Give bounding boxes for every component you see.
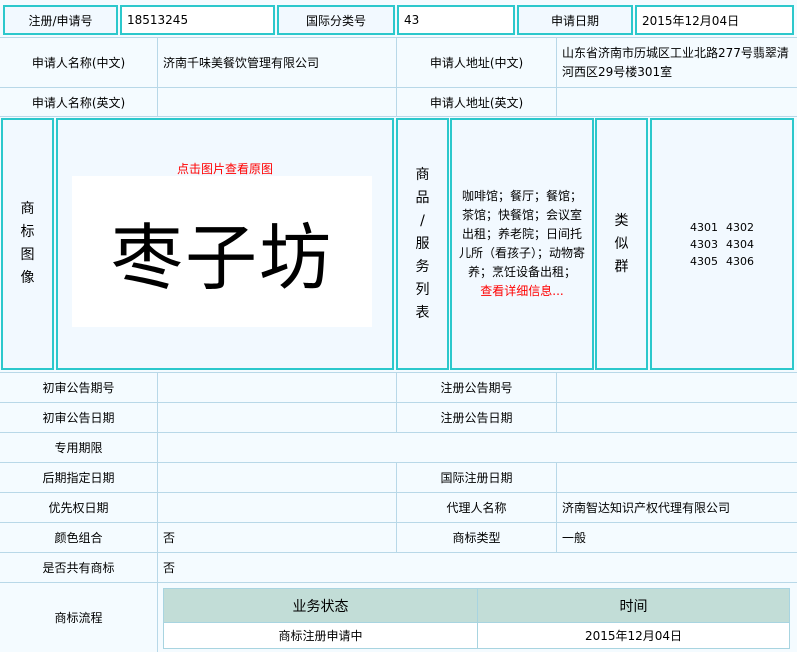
group-code: 4304 bbox=[726, 237, 754, 251]
row-label: 后期指定日期 bbox=[42, 471, 115, 485]
row-value bbox=[557, 463, 792, 492]
row-value bbox=[158, 493, 396, 522]
goods-label: 商品 / 服务列表 bbox=[396, 118, 449, 370]
mark-image[interactable]: 枣子坊 bbox=[72, 176, 372, 327]
similar-group-label: 类似群 bbox=[595, 118, 648, 370]
flow-header-status: 业务状态 bbox=[163, 588, 478, 623]
label-char: 商 bbox=[20, 201, 35, 217]
label-char: 类 bbox=[614, 212, 629, 229]
flow-label: 商标流程 bbox=[54, 611, 103, 625]
row-value: 否 bbox=[163, 561, 176, 575]
group-code: 4305 bbox=[690, 254, 718, 268]
row-value bbox=[557, 403, 792, 432]
view-original-link[interactable]: 点击图片查看原图 bbox=[58, 160, 392, 177]
mark-image-label: 商标图像 bbox=[1, 118, 54, 370]
group-code: 4301 bbox=[690, 220, 718, 234]
class-value: 43 bbox=[397, 5, 515, 35]
date-value: 2015年12月04日 bbox=[635, 5, 794, 35]
label-char: / bbox=[420, 212, 425, 229]
row-label: 代理人名称 bbox=[446, 501, 507, 515]
goods-text: 咖啡馆；餐厅；餐馆；茶馆；快餐馆；会议室出租；养老院；日间托儿所（看孩子）；动物… bbox=[458, 189, 585, 279]
label-char: 表 bbox=[415, 304, 430, 321]
addr-cn-label: 申请人地址(中文) bbox=[429, 56, 524, 70]
addr-en-value bbox=[557, 88, 792, 116]
flow-table: 业务状态 时间 商标注册申请中 2015年12月04日 bbox=[163, 588, 790, 649]
addr-en-label: 申请人地址(英文) bbox=[429, 95, 524, 110]
row-value bbox=[158, 403, 396, 432]
row-value bbox=[158, 463, 396, 492]
row-label: 专用期限 bbox=[54, 441, 103, 455]
label-char: 群 bbox=[614, 258, 629, 275]
addr-cn-value: 山东省济南市历城区工业北路277号翡翠清河西区29号楼301室 bbox=[562, 45, 789, 79]
label-char: 标 bbox=[20, 224, 35, 240]
row-label: 颜色组合 bbox=[54, 531, 103, 545]
reg-no-label: 注册/申请号 bbox=[3, 5, 118, 35]
row-label: 注册公告期号 bbox=[440, 381, 513, 395]
row-label: 是否共有商标 bbox=[42, 561, 115, 575]
row-label: 优先权日期 bbox=[48, 501, 109, 515]
mark-image-cell: 点击图片查看原图 枣子坊 bbox=[56, 118, 394, 370]
row-label: 注册公告日期 bbox=[440, 411, 513, 425]
label-char: 服 bbox=[415, 235, 430, 252]
name-en-label: 申请人名称(英文) bbox=[31, 95, 126, 110]
label-char: 图 bbox=[20, 247, 35, 263]
label-char: 似 bbox=[614, 235, 629, 252]
class-label: 国际分类号 bbox=[277, 5, 395, 35]
similar-groups: 4301 4302 4303 4304 4305 4306 bbox=[650, 118, 794, 370]
name-en-value bbox=[158, 88, 396, 116]
group-code: 4306 bbox=[726, 254, 754, 268]
reg-no-value: 18513245 bbox=[120, 5, 275, 35]
row-label: 国际注册日期 bbox=[440, 471, 513, 485]
label-char: 列 bbox=[415, 281, 430, 298]
label-char: 像 bbox=[20, 270, 35, 286]
goods-more-link[interactable]: 查看详细信息... bbox=[480, 282, 563, 301]
group-code: 4303 bbox=[690, 237, 718, 251]
row-label: 初审公告期号 bbox=[42, 381, 115, 395]
flow-status: 商标注册申请中 bbox=[163, 622, 478, 649]
name-cn-label: 申请人名称(中文) bbox=[31, 56, 126, 70]
row-value: 否 bbox=[163, 531, 176, 545]
row-value: 济南智达知识产权代理有限公司 bbox=[562, 501, 731, 515]
goods-list: 咖啡馆；餐厅；餐馆；茶馆；快餐馆；会议室出租；养老院；日间托儿所（看孩子）；动物… bbox=[450, 118, 594, 370]
flow-row: 商标注册申请中 2015年12月04日 bbox=[163, 622, 790, 649]
row-label: 商标类型 bbox=[452, 531, 501, 545]
row-value: 一般 bbox=[562, 531, 587, 545]
group-code: 4302 bbox=[726, 220, 754, 234]
label-char: 品 bbox=[415, 189, 430, 206]
name-cn-value: 济南千味美餐饮管理有限公司 bbox=[163, 56, 320, 70]
row-value bbox=[158, 433, 788, 462]
row-label: 初审公告日期 bbox=[42, 411, 115, 425]
row-value bbox=[557, 373, 792, 402]
date-label: 申请日期 bbox=[517, 5, 633, 35]
row-value bbox=[158, 373, 396, 402]
flow-header-time: 时间 bbox=[477, 588, 790, 623]
label-char: 商 bbox=[415, 166, 430, 183]
label-char: 务 bbox=[415, 258, 430, 275]
flow-time: 2015年12月04日 bbox=[477, 622, 790, 649]
